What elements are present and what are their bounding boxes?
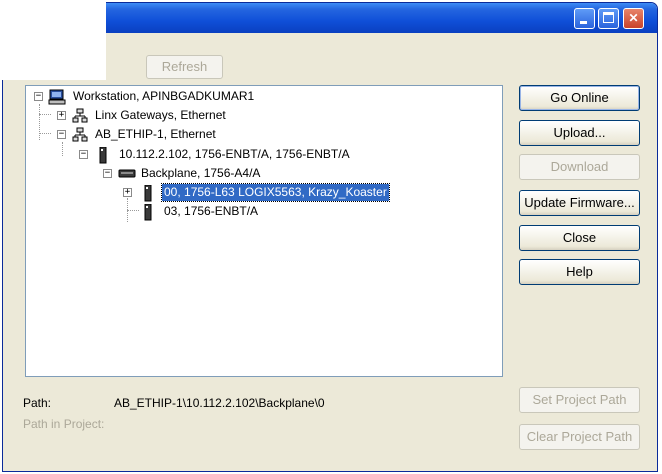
go-online-button[interactable]: Go Online (519, 85, 640, 111)
network-icon (72, 127, 88, 142)
collapse-toggle[interactable]: − (34, 92, 43, 101)
path-label: Path: (23, 396, 52, 410)
close-button[interactable]: Close (519, 225, 640, 251)
tree-node-ab-ethip[interactable]: − AB_ETHIP-1, Ethernet (26, 126, 326, 143)
expand-toggle[interactable]: + (123, 188, 132, 197)
occluded-region (2, 0, 106, 80)
tree-label: Linx Gateways, Ethernet (95, 108, 226, 122)
workstation-icon (48, 89, 66, 105)
module-icon (144, 204, 152, 221)
clear-project-path-button[interactable]: Clear Project Path (519, 424, 640, 450)
network-icon (72, 108, 88, 123)
tree-node-slot-03[interactable]: 03, 1756-ENBT/A (26, 203, 326, 221)
tree-label: AB_ETHIP-1, Ethernet (95, 127, 216, 141)
close-window-button[interactable]: ✕ (623, 8, 644, 29)
refresh-button[interactable]: Refresh (146, 55, 223, 79)
maximize-icon (603, 12, 614, 23)
close-icon: ✕ (628, 11, 639, 25)
controller-icon (144, 185, 152, 202)
minimize-icon (580, 21, 587, 24)
maximize-button[interactable] (598, 8, 619, 29)
tree-label: 10.112.2.102, 1756-ENBT/A, 1756-ENBT/A (119, 147, 350, 161)
tree-label: Workstation, APINBGADKUMAR1 (73, 89, 255, 103)
network-tree[interactable]: − Workstation, APINBGADKUMAR1 + Linx Gat… (25, 85, 503, 377)
tree-node-linx-gateways[interactable]: + Linx Gateways, Ethernet (26, 107, 326, 124)
upload-button[interactable]: Upload... (519, 120, 640, 146)
set-project-path-button[interactable]: Set Project Path (519, 387, 640, 413)
minimize-button[interactable] (574, 8, 595, 29)
tree-label: Backplane, 1756-A4/A (141, 166, 261, 180)
tree-node-slot-00[interactable]: + 00, 1756-L63 LOGIX5563, Krazy_Koaster (26, 183, 426, 202)
path-in-project-label: Path in Project: (23, 417, 105, 431)
module-icon (99, 147, 107, 164)
help-button[interactable]: Help (519, 259, 640, 285)
collapse-toggle[interactable]: − (103, 169, 112, 178)
backplane-icon (118, 169, 136, 178)
collapse-toggle[interactable]: − (79, 150, 88, 159)
collapse-toggle[interactable]: − (57, 130, 66, 139)
tree-label: 03, 1756-ENBT/A (164, 204, 259, 218)
update-firmware-button[interactable]: Update Firmware... (519, 190, 640, 216)
tree-node-workstation[interactable]: − Workstation, APINBGADKUMAR1 (26, 88, 326, 105)
tree-node-backplane[interactable]: − Backplane, 1756-A4/A (26, 165, 326, 182)
tree-label-selected: 00, 1756-L63 LOGIX5563, Krazy_Koaster (161, 183, 390, 202)
expand-toggle[interactable]: + (57, 111, 66, 120)
tree-node-enbt-module[interactable]: − 10.112.2.102, 1756-ENBT/A, 1756-ENBT/A (26, 146, 406, 164)
path-value: AB_ETHIP-1\10.112.2.102\Backplane\0 (114, 396, 325, 410)
download-button[interactable]: Download (519, 154, 640, 180)
